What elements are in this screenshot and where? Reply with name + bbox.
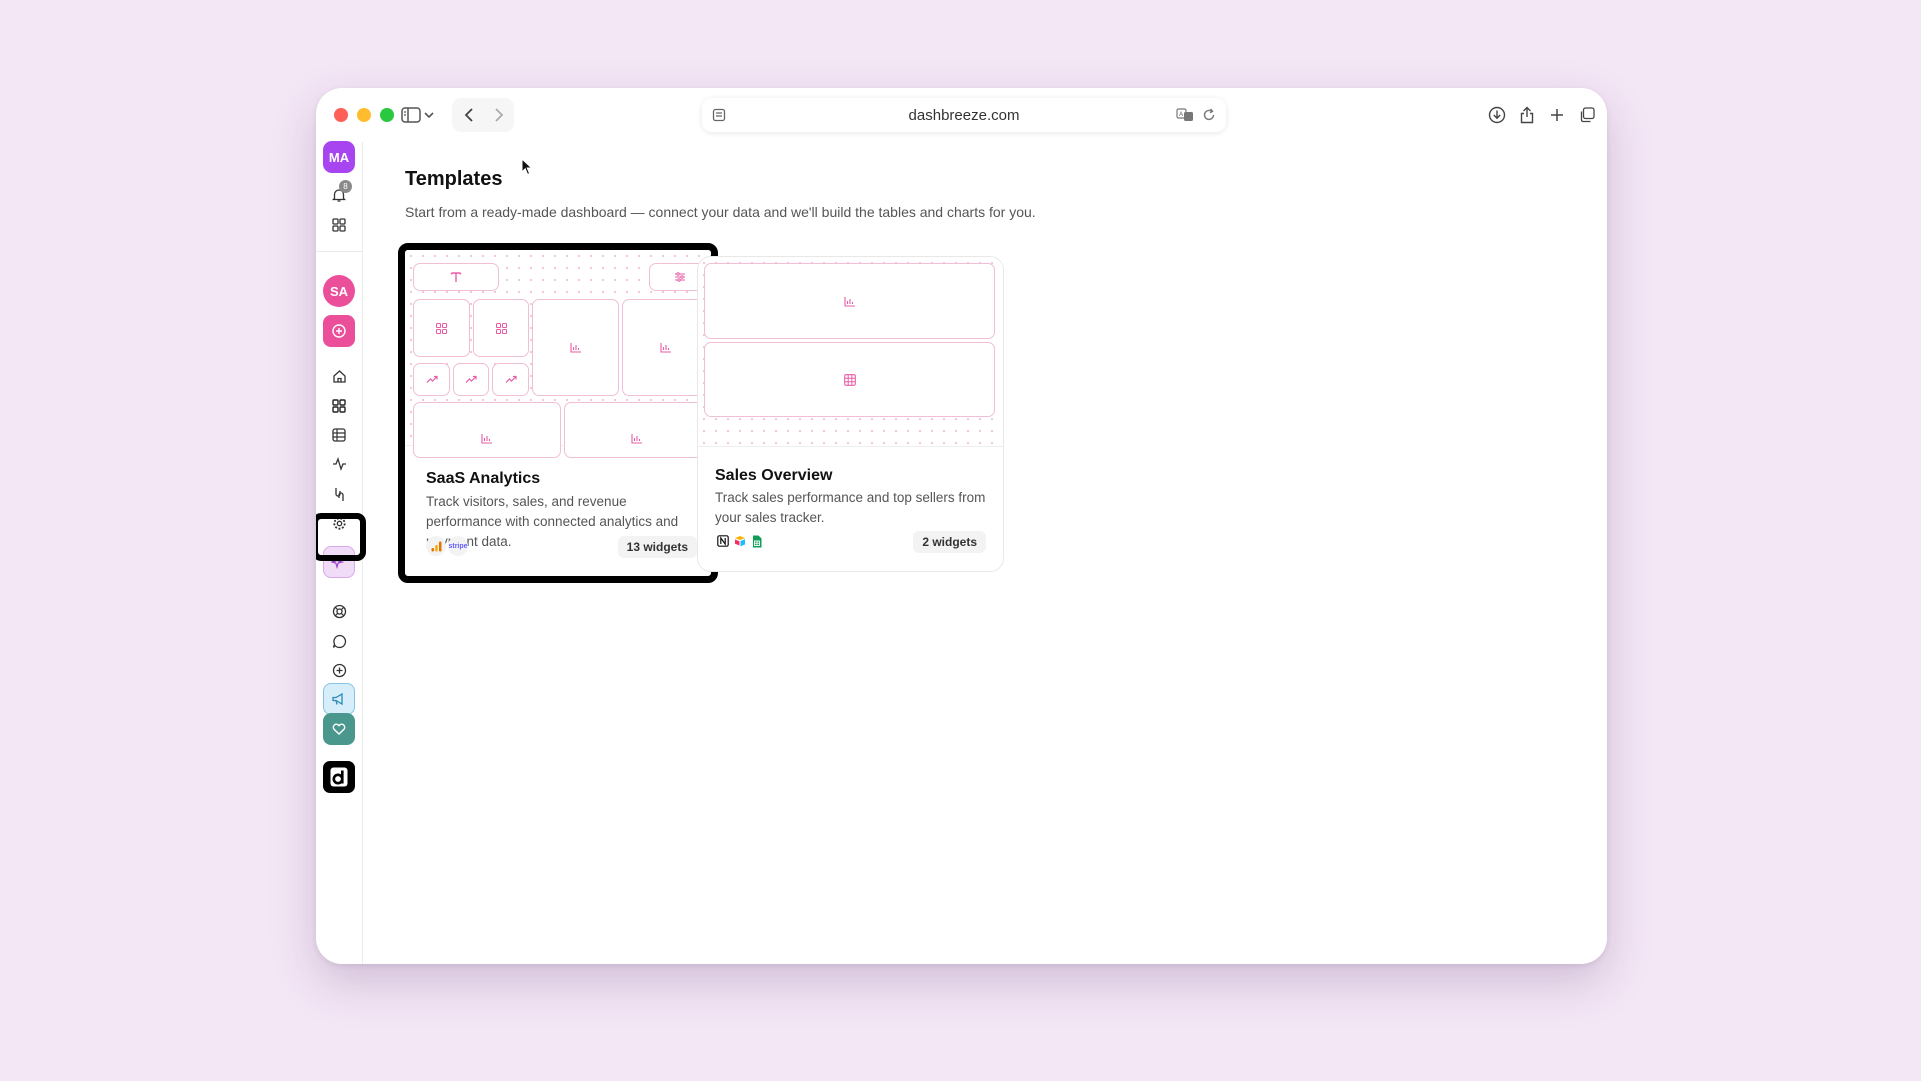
page-title: Templates (405, 168, 503, 190)
new-tab-icon[interactable] (1542, 100, 1572, 130)
reload-icon[interactable] (1194, 100, 1224, 130)
main-content: Templates Start from a ready-made dashbo… (363, 142, 1607, 964)
forward-icon[interactable] (484, 100, 514, 130)
template-card-saas-analytics[interactable]: SaaS Analytics Track visitors, sales, an… (398, 243, 718, 583)
metric-widget-tile (413, 299, 470, 357)
template-card-sales-overview[interactable]: Sales Overview Track sales performance a… (697, 256, 1004, 572)
trend-widget-tile (413, 363, 450, 396)
notifications-button[interactable]: 8 (323, 179, 355, 211)
metric-widget-tile (473, 299, 529, 357)
chat-bubble-icon[interactable] (323, 625, 355, 657)
trend-widget-tile (453, 363, 489, 396)
chart-widget-tile (413, 402, 561, 458)
notification-count: 8 (339, 180, 352, 193)
maximize-window-button[interactable] (380, 108, 394, 122)
address-bar[interactable]: dashbreeze.com A (702, 98, 1226, 132)
apps-grid-icon[interactable] (323, 209, 355, 241)
download-icon[interactable] (1482, 100, 1512, 130)
notion-icon (715, 531, 731, 551)
close-window-button[interactable] (334, 108, 348, 122)
table-icon (843, 373, 856, 386)
google-analytics-icon (426, 536, 446, 556)
logo-d-icon (330, 767, 348, 787)
template-title: Sales Overview (715, 467, 833, 484)
favorites-button[interactable] (323, 713, 355, 745)
widget-count-badge: 13 widgets (617, 536, 697, 558)
url-text: dashbreeze.com (908, 107, 1020, 124)
megaphone-icon (332, 692, 343, 705)
bar-chart-icon (481, 434, 492, 444)
tab-overview-icon[interactable] (1572, 100, 1602, 130)
bar-chart-icon (660, 343, 671, 353)
data-source-icons (715, 531, 765, 551)
widget-count-badge: 2 widgets (913, 531, 986, 553)
template-preview (698, 257, 1003, 447)
chart-widget-tile (704, 263, 995, 339)
back-icon[interactable] (454, 100, 484, 130)
home-icon[interactable] (323, 360, 355, 392)
integrations-icon[interactable] (323, 478, 355, 510)
sidebar-divider (316, 251, 362, 252)
trending-up-icon (505, 375, 517, 383)
trending-up-icon (426, 375, 438, 383)
heart-chat-icon (332, 723, 346, 735)
user-avatar[interactable]: MA (323, 141, 355, 173)
trending-up-icon (465, 375, 477, 383)
tables-icon[interactable] (323, 419, 355, 451)
minimize-window-button[interactable] (357, 108, 371, 122)
airtable-icon (732, 531, 748, 551)
bar-chart-icon (631, 434, 642, 444)
dashbreeze-logo[interactable] (323, 761, 355, 793)
google-sheets-icon (749, 531, 765, 551)
sliders-icon (674, 272, 685, 282)
plus-circle-icon (332, 324, 346, 338)
stripe-icon: stripe (448, 536, 468, 556)
svg-text:A: A (1179, 111, 1184, 118)
selected-dashboards-highlight (316, 513, 366, 561)
template-description: Track sales performance and top sellers … (715, 490, 986, 525)
grid-icon (436, 322, 447, 334)
app-sidebar: MA 8 SA (316, 141, 366, 964)
chevron-down-icon[interactable] (419, 100, 439, 130)
bar-chart-icon (569, 343, 581, 353)
create-button[interactable] (323, 315, 355, 347)
page-subtitle: Start from a ready-made dashboard — conn… (405, 204, 1036, 220)
workspace-avatar[interactable]: SA (323, 275, 355, 307)
grid-icon (495, 322, 507, 334)
chart-widget-tile (564, 402, 710, 458)
mouse-cursor-icon (521, 158, 533, 176)
text-icon (450, 272, 462, 282)
bar-chart-icon (843, 296, 855, 307)
trend-widget-tile (492, 363, 529, 396)
template-title: SaaS Analytics (426, 470, 541, 487)
add-circle-icon[interactable] (323, 654, 355, 686)
text-widget-tile (413, 263, 499, 291)
browser-window: dashbreeze.com A MA 8 SA Templates Start… (316, 88, 1607, 964)
template-preview (405, 250, 711, 458)
announcements-button[interactable] (323, 683, 355, 715)
chart-widget-tile (532, 299, 619, 396)
help-lifebuoy-icon[interactable] (323, 595, 355, 627)
share-icon[interactable] (1512, 100, 1542, 130)
dashboards-icon[interactable] (323, 390, 355, 422)
data-source-icons: stripe (426, 536, 468, 556)
browser-toolbar: dashbreeze.com A (316, 88, 1607, 142)
activity-icon[interactable] (323, 448, 355, 480)
table-widget-tile (704, 342, 995, 417)
